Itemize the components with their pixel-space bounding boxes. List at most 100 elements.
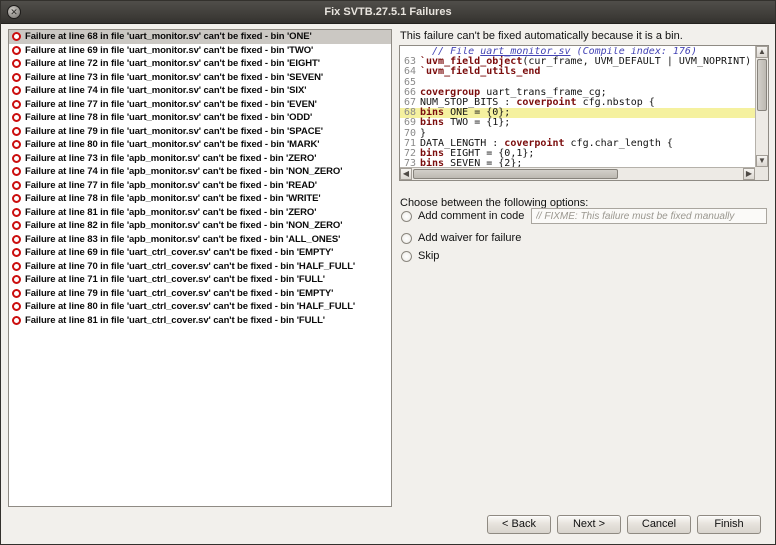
error-icon [12, 86, 21, 96]
radio-skip[interactable] [401, 250, 412, 262]
error-icon [12, 315, 21, 325]
error-icon [12, 153, 21, 163]
failure-list-item[interactable]: Failure at line 74 in file 'apb_monitor.… [9, 165, 391, 179]
failure-list-item[interactable]: Failure at line 73 in file 'apb_monitor.… [9, 152, 391, 166]
error-icon [12, 99, 21, 109]
failure-list-item[interactable]: Failure at line 78 in file 'uart_monitor… [9, 111, 391, 125]
error-icon [12, 113, 21, 123]
option-row-skip: Skip [401, 248, 769, 264]
line-number: 73 [403, 158, 416, 167]
failure-label: Failure at line 79 in file 'uart_monitor… [25, 125, 323, 137]
code-line: 64 `uvm_field_utils_end [400, 67, 755, 77]
error-icon [12, 302, 21, 312]
failure-label: Failure at line 72 in file 'uart_monitor… [25, 58, 320, 70]
code-token: TWO = {1}; [444, 117, 511, 129]
option-label-add-waiver[interactable]: Add waiver for failure [418, 232, 521, 244]
option-label-skip[interactable]: Skip [418, 250, 439, 262]
code-token: SEVEN = {2}; [444, 158, 523, 167]
scrollbar-corner [755, 167, 768, 180]
option-row-add-comment: Add comment in code [401, 208, 769, 224]
option-row-add-waiver: Add waiver for failure [401, 230, 769, 246]
error-icon [12, 288, 21, 298]
failure-list-item[interactable]: Failure at line 79 in file 'uart_monitor… [9, 125, 391, 139]
error-icon [12, 194, 21, 204]
failure-label: Failure at line 78 in file 'apb_monitor.… [25, 193, 321, 205]
finish-button[interactable]: Finish [697, 515, 761, 534]
failure-label: Failure at line 74 in file 'uart_monitor… [25, 85, 307, 97]
back-button[interactable]: < Back [487, 515, 551, 534]
arrow-down-icon: ▼ [758, 156, 766, 165]
failure-list-item[interactable]: Failure at line 78 in file 'apb_monitor.… [9, 192, 391, 206]
failure-list-item[interactable]: Failure at line 83 in file 'apb_monitor.… [9, 233, 391, 247]
failure-list-item[interactable]: Failure at line 81 in file 'apb_monitor.… [9, 206, 391, 220]
failure-list-item[interactable]: Failure at line 68 in file 'uart_monitor… [9, 30, 391, 44]
error-icon [12, 126, 21, 136]
error-icon [12, 167, 21, 177]
error-icon [12, 180, 21, 190]
code-token: bins [420, 158, 445, 167]
scroll-left-button[interactable]: ◀ [400, 168, 412, 180]
failure-list-item[interactable]: Failure at line 73 in file 'uart_monitor… [9, 71, 391, 85]
error-icon [12, 207, 21, 217]
failure-label: Failure at line 69 in file 'uart_monitor… [25, 44, 314, 56]
code-viewer: // File uart_monitor.sv (Compile index: … [399, 45, 769, 181]
failure-label: Failure at line 80 in file 'uart_monitor… [25, 139, 320, 151]
option-label-add-comment[interactable]: Add comment in code [418, 210, 524, 222]
error-icon [12, 221, 21, 231]
arrow-up-icon: ▲ [758, 47, 766, 56]
next-button[interactable]: Next > [557, 515, 621, 534]
failure-label: Failure at line 81 in file 'uart_ctrl_co… [25, 314, 325, 326]
window-title: Fix SVTB.27.5.1 Failures [324, 6, 452, 18]
code-lines: // File uart_monitor.sv (Compile index: … [400, 47, 755, 167]
error-icon [12, 32, 21, 42]
code-token: `uvm_field_utils_end [420, 66, 541, 78]
failure-list-item[interactable]: Failure at line 69 in file 'uart_monitor… [9, 44, 391, 58]
code-token: (cur_frame, UVM_DEFAULT | UVM_NOPRINT) [522, 56, 752, 68]
code-token: cfg.char_length { [564, 137, 673, 149]
failure-list-item[interactable]: Failure at line 80 in file 'uart_ctrl_co… [9, 300, 391, 314]
code-line: 73 bins SEVEN = {2}; [400, 158, 755, 167]
vertical-scroll-thumb[interactable] [757, 59, 767, 111]
code-text: `uvm_field_utils_end [420, 67, 540, 77]
code-token: cfg.nbstop { [576, 96, 655, 108]
failure-list-item[interactable]: Failure at line 77 in file 'uart_monitor… [9, 98, 391, 112]
failure-label: Failure at line 78 in file 'uart_monitor… [25, 112, 313, 124]
code-text: bins SEVEN = {2}; [420, 158, 523, 167]
failure-label: Failure at line 80 in file 'uart_ctrl_co… [25, 301, 356, 313]
failure-list-item[interactable]: Failure at line 72 in file 'uart_monitor… [9, 57, 391, 71]
error-icon [12, 45, 21, 55]
failure-list-item[interactable]: Failure at line 71 in file 'uart_ctrl_co… [9, 273, 391, 287]
failure-list-item[interactable]: Failure at line 69 in file 'uart_ctrl_co… [9, 246, 391, 260]
scroll-down-button[interactable]: ▼ [756, 155, 768, 167]
failure-label: Failure at line 79 in file 'uart_ctrl_co… [25, 287, 334, 299]
failure-label: Failure at line 82 in file 'apb_monitor.… [25, 220, 343, 232]
horizontal-scroll-thumb[interactable] [413, 169, 618, 179]
failure-label: Failure at line 73 in file 'uart_monitor… [25, 71, 324, 83]
failure-list-item[interactable]: Failure at line 77 in file 'apb_monitor.… [9, 179, 391, 193]
failure-list-item[interactable]: Failure at line 80 in file 'uart_monitor… [9, 138, 391, 152]
failure-label: Failure at line 77 in file 'uart_monitor… [25, 98, 317, 110]
failure-list-item[interactable]: Failure at line 70 in file 'uart_ctrl_co… [9, 260, 391, 274]
fixme-comment-input[interactable] [531, 208, 767, 224]
radio-add-waiver[interactable] [401, 232, 412, 244]
failure-label: Failure at line 73 in file 'apb_monitor.… [25, 152, 317, 164]
error-icon [12, 59, 21, 69]
failure-list-item[interactable]: Failure at line 79 in file 'uart_ctrl_co… [9, 287, 391, 301]
radio-add-comment[interactable] [401, 210, 412, 222]
failure-label: Failure at line 77 in file 'apb_monitor.… [25, 179, 317, 191]
titlebar: ✕ Fix SVTB.27.5.1 Failures [1, 1, 775, 24]
failure-list-item[interactable]: Failure at line 74 in file 'uart_monitor… [9, 84, 391, 98]
cancel-button[interactable]: Cancel [627, 515, 691, 534]
failure-label: Failure at line 83 in file 'apb_monitor.… [25, 233, 341, 245]
scroll-up-button[interactable]: ▲ [756, 46, 768, 58]
error-icon [12, 275, 21, 285]
error-icon [12, 234, 21, 244]
code-vertical-scrollbar[interactable]: ▲ ▼ [755, 46, 768, 167]
failure-list-item[interactable]: Failure at line 82 in file 'apb_monitor.… [9, 219, 391, 233]
failure-label: Failure at line 69 in file 'uart_ctrl_co… [25, 247, 334, 259]
failure-list[interactable]: Failure at line 68 in file 'uart_monitor… [8, 29, 392, 507]
failure-list-item[interactable]: Failure at line 81 in file 'uart_ctrl_co… [9, 314, 391, 328]
scroll-right-button[interactable]: ▶ [743, 168, 755, 180]
code-horizontal-scrollbar[interactable]: ◀ ▶ [400, 167, 755, 180]
error-icon [12, 140, 21, 150]
